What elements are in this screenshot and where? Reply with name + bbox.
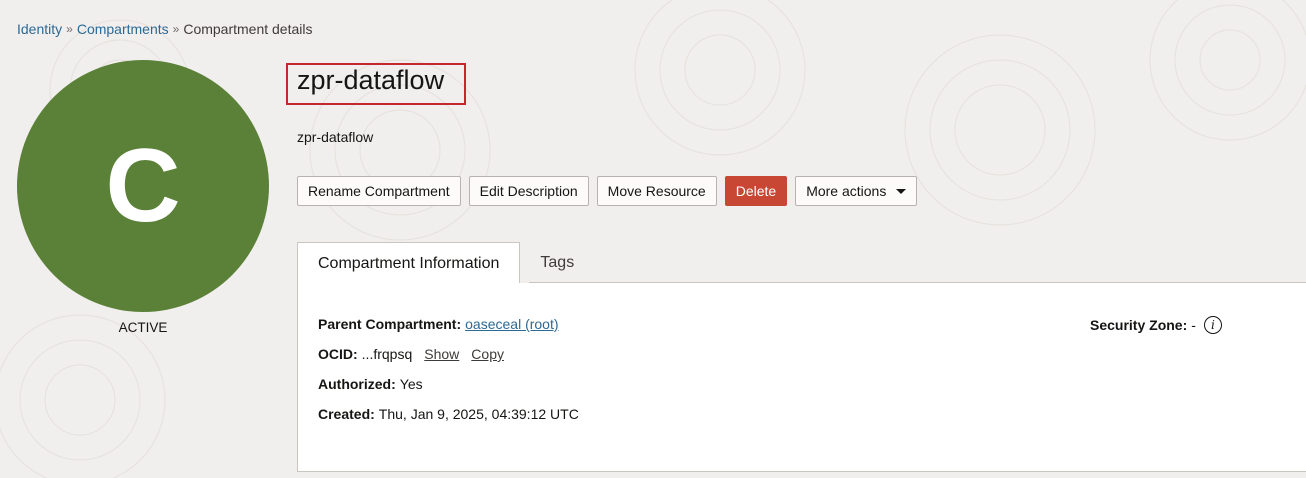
created-label: Created: <box>318 406 375 422</box>
security-zone-label: Security Zone: <box>1090 317 1188 333</box>
security-zone-row: Security Zone: - i <box>1090 316 1222 334</box>
created-row: Created: Thu, Jan 9, 2025, 04:39:12 UTC <box>318 406 579 422</box>
security-zone-value: - <box>1191 317 1196 333</box>
authorized-value: Yes <box>399 376 423 392</box>
authorized-row: Authorized: Yes <box>318 376 423 392</box>
detail-tabs: Compartment Information Tags <box>297 242 594 284</box>
info-icon[interactable]: i <box>1203 316 1222 334</box>
compartment-details-page: Identity » Compartments » Compartment de… <box>0 0 1306 478</box>
breadcrumb-separator: » <box>172 22 180 36</box>
breadcrumb-compartments-link[interactable]: Compartments <box>77 21 169 37</box>
edit-description-button[interactable]: Edit Description <box>468 176 589 206</box>
action-toolbar: Rename Compartment Edit Description Move… <box>297 176 918 206</box>
more-actions-label: More actions <box>806 183 887 199</box>
parent-compartment-row: Parent Compartment: oaseceal (root) <box>318 316 559 332</box>
chevron-down-icon <box>896 188 907 194</box>
tab-tags[interactable]: Tags <box>520 242 594 283</box>
ocid-show-link[interactable]: Show <box>424 346 459 362</box>
breadcrumb-current: Compartment details <box>183 21 313 37</box>
breadcrumb: Identity » Compartments » Compartment de… <box>17 21 313 37</box>
tab-compartment-information[interactable]: Compartment Information <box>297 242 521 284</box>
page-title: zpr-dataflow <box>297 65 445 95</box>
breadcrumb-identity-link[interactable]: Identity <box>17 21 62 37</box>
ocid-row: OCID: ...frqpsq Show Copy <box>318 346 504 362</box>
rename-compartment-button[interactable]: Rename Compartment <box>297 176 461 206</box>
authorized-label: Authorized: <box>318 376 396 392</box>
delete-button[interactable]: Delete <box>724 176 788 206</box>
more-actions-button[interactable]: More actions <box>795 176 918 206</box>
ocid-value: ...frqpsq <box>361 346 413 362</box>
parent-compartment-link[interactable]: oaseceal (root) <box>465 316 558 332</box>
compartment-information-panel: Parent Compartment: oaseceal (root) OCID… <box>297 283 1306 472</box>
compartment-avatar: C <box>17 60 269 312</box>
lifecycle-state-label: ACTIVE <box>118 320 168 335</box>
created-value: Thu, Jan 9, 2025, 04:39:12 UTC <box>378 406 579 422</box>
compartment-description: zpr-dataflow <box>297 129 374 145</box>
ocid-label: OCID: <box>318 346 358 362</box>
breadcrumb-separator: » <box>66 22 73 36</box>
ocid-copy-link[interactable]: Copy <box>471 346 504 362</box>
move-resource-button[interactable]: Move Resource <box>596 176 717 206</box>
avatar-letter: C <box>105 128 181 244</box>
parent-compartment-label: Parent Compartment: <box>318 316 462 332</box>
